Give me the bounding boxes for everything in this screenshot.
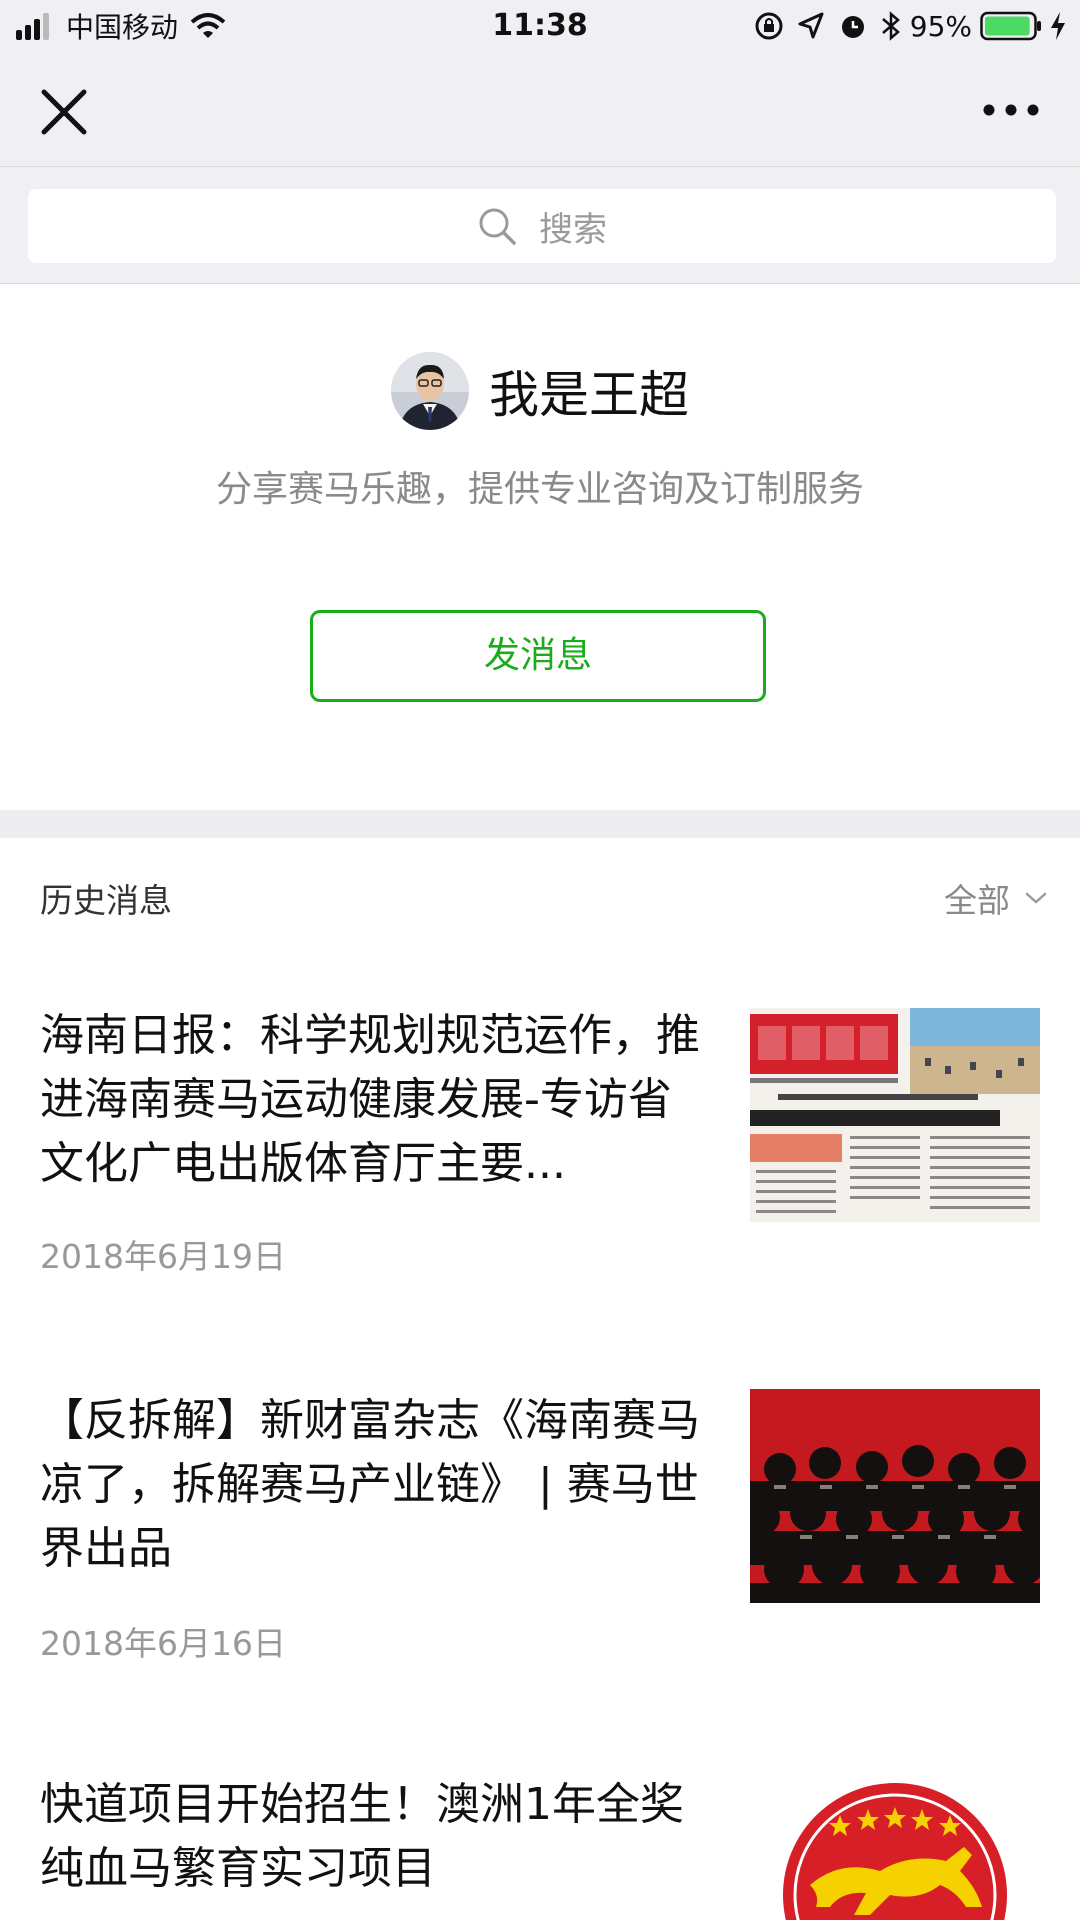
profile-header: 我是王超 bbox=[0, 350, 1080, 432]
history-header: 历史消息 全部 bbox=[0, 838, 1080, 953]
article-item[interactable]: 【反拆解】新财富杂志《海南赛马凉了，拆解赛马产业链》 | 赛马世界出品 2018… bbox=[0, 1337, 1080, 1724]
avatar[interactable] bbox=[391, 352, 469, 430]
article-title: 快道项目开始招生！澳洲1年全奖纯血马繁育实习项目 bbox=[40, 1779, 684, 1894]
history-filter-dropdown[interactable]: 全部 bbox=[944, 874, 1048, 922]
article-thumbnail bbox=[750, 1008, 1040, 1222]
article-item[interactable]: 快道项目开始招生！澳洲1年全奖纯血马繁育实习项目 bbox=[0, 1723, 1080, 1920]
article-title: 海南日报：科学规划规范运作，推进海南赛马运动健康发展-专访省文化广电出版体育厅主… bbox=[40, 1010, 700, 1189]
status-right: 95% bbox=[754, 6, 1068, 46]
charging-icon bbox=[1051, 12, 1065, 40]
rotation-lock-icon bbox=[755, 12, 783, 40]
battery-icon bbox=[980, 11, 1041, 41]
chevron-down-icon bbox=[1025, 892, 1047, 904]
avatar-image bbox=[391, 352, 469, 430]
profile-name: 我是王超 bbox=[489, 366, 689, 424]
search-placeholder: 搜索 bbox=[539, 209, 607, 250]
close-button[interactable] bbox=[36, 84, 92, 140]
filter-label: 全部 bbox=[944, 881, 1010, 920]
bluetooth-icon bbox=[881, 11, 900, 41]
search-icon bbox=[479, 208, 516, 245]
send-message-button[interactable]: 发消息 bbox=[310, 610, 766, 702]
article-thumbnail bbox=[750, 1389, 1040, 1603]
article-date: 2018年6月19日 bbox=[40, 1237, 286, 1276]
close-icon bbox=[41, 89, 87, 135]
history-title: 历史消息 bbox=[40, 881, 172, 920]
article-date: 2018年6月16日 bbox=[40, 1624, 286, 1663]
search-input[interactable]: 搜索 bbox=[28, 189, 1056, 263]
article-item[interactable]: 海南日报：科学规划规范运作，推进海南赛马运动健康发展-专访省文化广电出版体育厅主… bbox=[0, 952, 1080, 1338]
battery-percent: 95% bbox=[909, 9, 972, 43]
article-thumbnail bbox=[750, 1775, 1040, 1920]
newspaper-thumbnail bbox=[750, 1008, 1040, 1222]
search-area: 搜索 bbox=[0, 167, 1080, 284]
profile-description: 分享赛马乐趣，提供专业咨询及订制服务 bbox=[215, 469, 864, 510]
nav-bar bbox=[0, 54, 1080, 167]
section-divider bbox=[0, 810, 1080, 838]
profile-card: 我是王超 分享赛马乐趣，提供专业咨询及订制服务 发消息 bbox=[0, 284, 1080, 810]
status-bar: 中国移动 11:38 95% bbox=[0, 0, 1080, 54]
more-button[interactable] bbox=[976, 88, 1046, 132]
location-icon bbox=[798, 12, 824, 39]
more-icon bbox=[983, 104, 1039, 116]
crowd-poster-thumbnail bbox=[750, 1389, 1040, 1603]
horse-logo-thumbnail bbox=[750, 1775, 1040, 1920]
article-title: 【反拆解】新财富杂志《海南赛马凉了，拆解赛马产业链》 | 赛马世界出品 bbox=[40, 1395, 700, 1574]
alarm-icon bbox=[841, 16, 864, 38]
